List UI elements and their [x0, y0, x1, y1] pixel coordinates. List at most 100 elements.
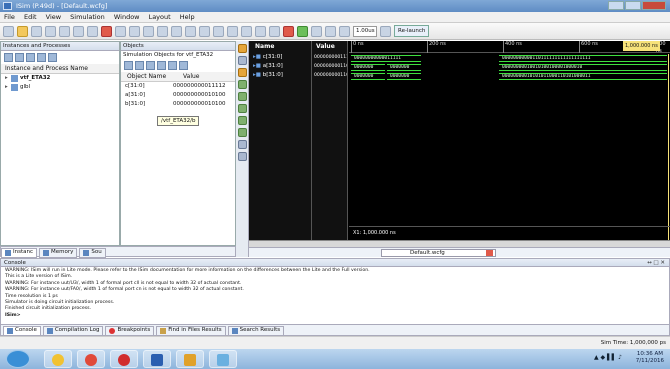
window-layout-icon[interactable] — [185, 25, 196, 37]
snap-icon[interactable] — [238, 152, 247, 161]
object-row[interactable]: b[31:0] 000000000010100 — [121, 100, 235, 109]
marker-icon[interactable] — [283, 25, 294, 37]
print-icon[interactable] — [45, 25, 56, 37]
relaunch-button[interactable]: Re-launch — [394, 25, 430, 37]
add-marker-icon[interactable] — [238, 44, 247, 53]
close-tab-icon[interactable] — [486, 250, 493, 256]
col-value[interactable]: Value — [173, 72, 233, 81]
col-object-name[interactable]: Object Name — [121, 72, 173, 81]
menu-edit[interactable]: Edit — [24, 13, 37, 21]
taskbar-explorer[interactable] — [44, 350, 72, 368]
instances-col-header: Instance and Process Name — [1, 64, 119, 74]
panel-controls-icon[interactable]: ↔ □ ✕ — [647, 259, 665, 267]
horizontal-scrollbar[interactable] — [249, 240, 670, 247]
close-button[interactable] — [642, 1, 666, 10]
object-row[interactable]: a[31:0] 000000000010100 — [121, 91, 235, 100]
cursor-icon[interactable] — [171, 25, 182, 37]
menu-window[interactable]: Window — [114, 13, 140, 21]
instance-row[interactable]: ▸ vtf_ETA32 — [1, 74, 119, 83]
maximize-button[interactable] — [625, 1, 641, 10]
tab-sources[interactable]: Sou — [79, 247, 106, 258]
zoom-fit-icon[interactable] — [157, 25, 168, 37]
next-edge-icon[interactable] — [238, 80, 247, 89]
start-button[interactable] — [6, 350, 30, 368]
tab-find-in-files[interactable]: Find in Files Results — [156, 325, 226, 336]
minimize-button[interactable] — [608, 1, 624, 10]
divider-icon[interactable] — [238, 128, 247, 137]
zoom-in-icon[interactable] — [241, 25, 252, 37]
console-output[interactable]: WARNING: ISim will run in Lite mode. Ple… — [0, 267, 670, 324]
tab-breakpoints[interactable]: Breakpoints — [105, 325, 155, 336]
run-time-field[interactable]: 1.00us — [353, 25, 377, 37]
signal-row[interactable]: ▸■ a[31:0] — [249, 62, 311, 71]
filter-constant-icon[interactable] — [168, 61, 177, 70]
run-all-icon[interactable] — [325, 25, 336, 37]
undo-icon[interactable] — [115, 25, 126, 37]
zoom-full-icon[interactable] — [269, 25, 280, 37]
panel-layout-icon[interactable] — [199, 25, 210, 37]
time-cursor-line[interactable] — [668, 54, 669, 240]
tab-default-wcfg[interactable]: Default.wcfg — [381, 249, 496, 257]
window-controls — [608, 1, 666, 10]
step-icon[interactable] — [311, 25, 322, 37]
filter-input-icon[interactable] — [124, 61, 133, 70]
refresh-icon[interactable] — [48, 53, 57, 62]
paste-icon[interactable] — [87, 25, 98, 37]
taskbar-opera[interactable] — [110, 350, 138, 368]
taskbar-isim[interactable] — [209, 350, 237, 368]
sim-time: Sim Time: 1,000,000 ps — [600, 340, 666, 346]
instance-row[interactable]: ▸ glbl — [1, 83, 119, 92]
open-folder-icon[interactable] — [17, 25, 28, 37]
tab-search-results[interactable]: Search Results — [227, 325, 285, 336]
new-file-icon[interactable] — [3, 25, 14, 37]
collapse-icon[interactable] — [15, 53, 24, 62]
sort-icon[interactable] — [37, 53, 46, 62]
cursor-tool-icon[interactable] — [238, 68, 247, 77]
pointer-icon[interactable] — [213, 25, 224, 37]
help-icon[interactable] — [227, 25, 238, 37]
save-icon[interactable] — [31, 25, 42, 37]
signal-row[interactable]: ▸■ c[31:0] — [249, 53, 311, 62]
object-row[interactable]: c[31:0] 000000000011112 — [121, 82, 235, 91]
group-icon[interactable] — [238, 116, 247, 125]
find-icon[interactable] — [143, 25, 154, 37]
expand-icon[interactable] — [4, 53, 13, 62]
tab-console[interactable]: Console — [3, 325, 41, 336]
break-icon[interactable] — [380, 25, 391, 37]
signal-row[interactable]: ▸■ b[31:0] — [249, 71, 311, 80]
tab-compilation-log[interactable]: Compilation Log — [42, 325, 104, 336]
menu-file[interactable]: File — [4, 13, 15, 21]
tray-icons[interactable]: ▲ ◆ ▌▌ ♪ — [594, 354, 622, 361]
tab-memory[interactable]: Memory — [39, 247, 78, 258]
filter-output-icon[interactable] — [135, 61, 144, 70]
clock[interactable]: 10:36 AM 7/11/2016 — [636, 351, 664, 365]
redo-icon[interactable] — [129, 25, 140, 37]
delete-icon[interactable] — [101, 25, 112, 37]
copy-icon[interactable] — [73, 25, 84, 37]
taskbar-word[interactable] — [143, 350, 171, 368]
restart-icon[interactable] — [297, 25, 308, 37]
filter-icon[interactable] — [26, 53, 35, 62]
marker-tool-icon[interactable] — [238, 140, 247, 149]
waveform-canvas[interactable]: 00000000000011111 0000000000011011111111… — [349, 54, 670, 240]
tab-instances[interactable]: Instanc — [1, 247, 38, 258]
filter-inout-icon[interactable] — [146, 61, 155, 70]
run-icon[interactable] — [339, 25, 350, 37]
menu-view[interactable]: View — [46, 13, 61, 21]
menu-help[interactable]: Help — [180, 13, 195, 21]
cut-icon[interactable] — [59, 25, 70, 37]
menu-layout[interactable]: Layout — [149, 13, 171, 21]
console-prompt[interactable]: ISim> — [5, 313, 665, 319]
filter-variable-icon[interactable] — [179, 61, 188, 70]
name-header: Name — [249, 41, 311, 53]
swap-icon[interactable] — [238, 104, 247, 113]
taskbar-chrome[interactable] — [77, 350, 105, 368]
zoom-out-icon[interactable] — [255, 25, 266, 37]
taskbar-ise[interactable] — [176, 350, 204, 368]
instances-panel-header: Instances and Processes — [1, 42, 119, 51]
prev-edge-icon[interactable] — [238, 92, 247, 101]
wave-segment: 0000000 — [387, 73, 421, 80]
zoom-icon[interactable] — [238, 56, 247, 65]
filter-internal-icon[interactable] — [157, 61, 166, 70]
menu-simulation[interactable]: Simulation — [70, 13, 105, 21]
